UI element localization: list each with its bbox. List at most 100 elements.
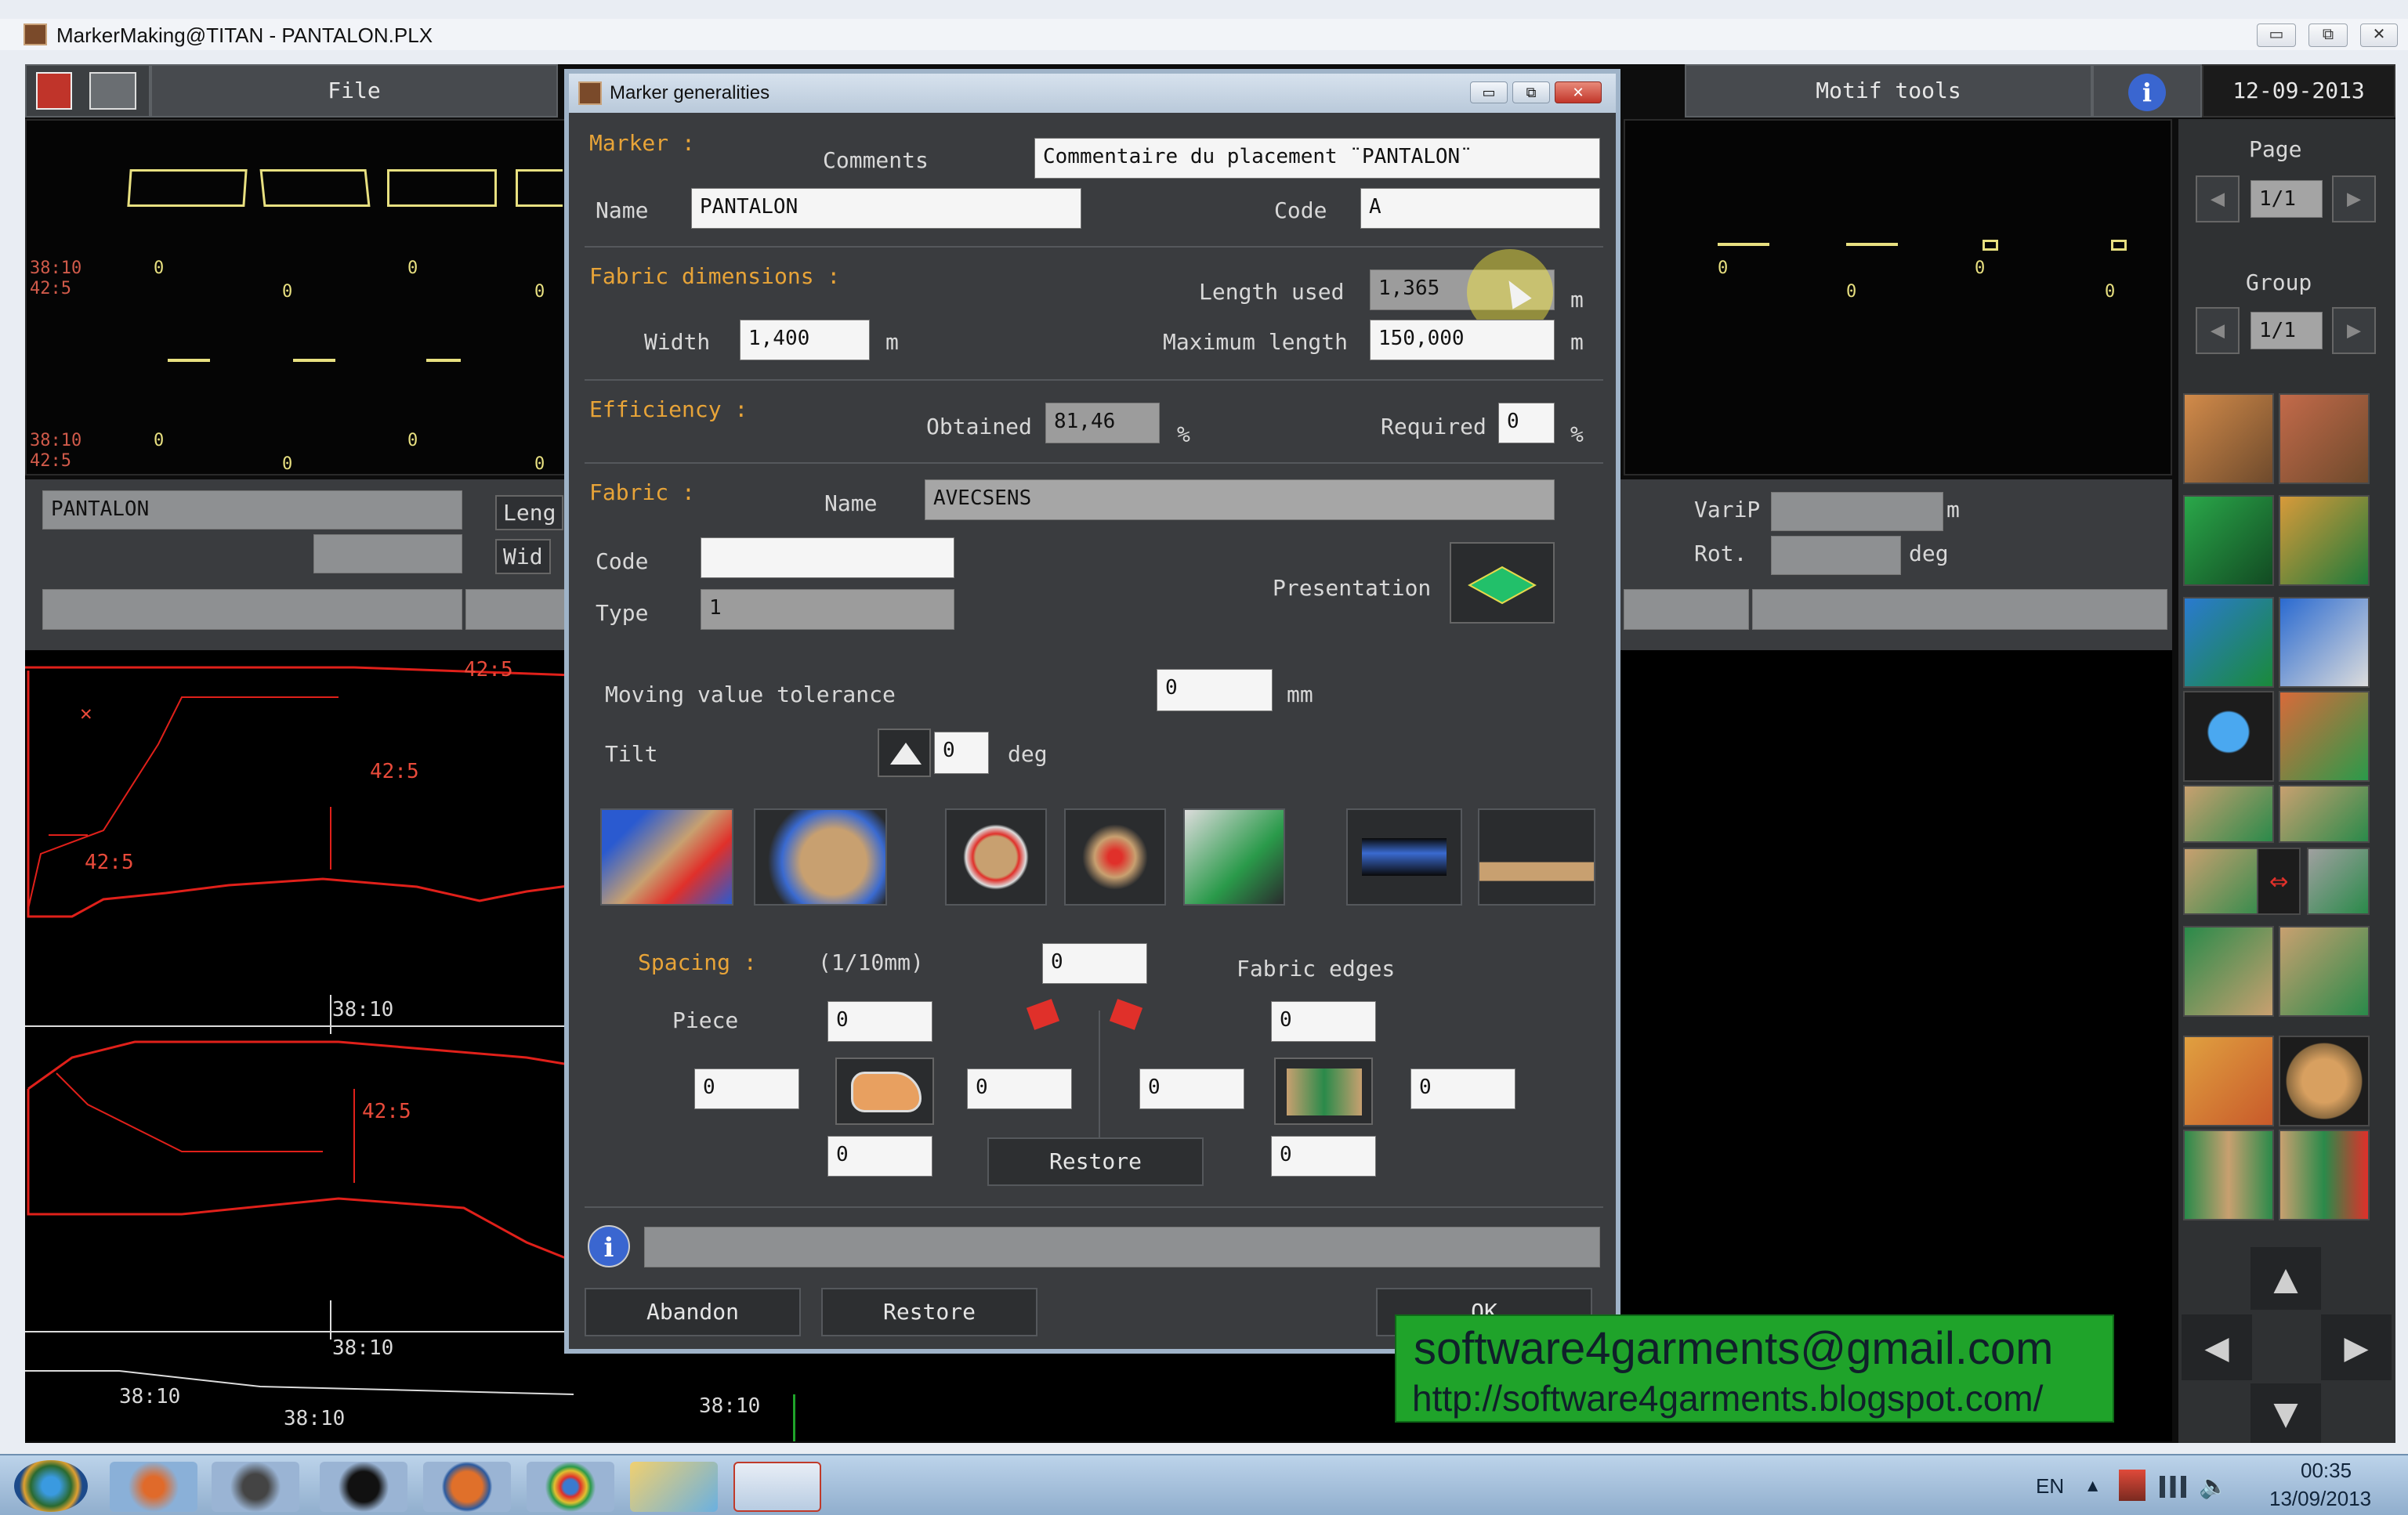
tool-icon[interactable] [2183, 785, 2274, 843]
abandon-button[interactable]: Abandon [585, 1288, 801, 1336]
fabric-layout-icon[interactable] [600, 808, 733, 906]
rotate-piece-icon[interactable] [754, 808, 887, 906]
explorer-icon[interactable] [630, 1462, 718, 1512]
chrome-icon[interactable] [527, 1462, 614, 1512]
sewing-icon[interactable] [89, 72, 136, 110]
max-length-input[interactable]: 150,000 [1370, 320, 1555, 360]
size-tag: 42:5 [85, 851, 134, 874]
edges-top-input[interactable]: 0 [1271, 1001, 1376, 1042]
presentation-icon [1468, 566, 1537, 605]
restore-button[interactable]: Restore [821, 1288, 1037, 1336]
edges-left-input[interactable]: 0 [1139, 1068, 1244, 1109]
restore-spacing-button[interactable]: Restore [987, 1137, 1204, 1186]
close-button[interactable]: ✕ [2360, 24, 2398, 47]
marker-preview-right[interactable]: 0 0 0 0 [1624, 119, 2172, 475]
language-indicator[interactable]: EN [2036, 1474, 2064, 1499]
no-rotate-icon[interactable] [945, 808, 1047, 906]
piece-top-input[interactable]: 0 [827, 1001, 932, 1042]
fabric-roll-icon[interactable] [1346, 808, 1462, 906]
arrow-up-button[interactable]: ▲ [2250, 1247, 2321, 1310]
blank-field [313, 534, 462, 573]
copy-left-icon[interactable] [1026, 999, 1060, 1030]
presentation-button[interactable] [1450, 542, 1555, 624]
tool-icon[interactable] [2307, 848, 2370, 915]
minimize-button[interactable]: ▭ [2257, 24, 2296, 47]
copy-right-icon[interactable] [1109, 999, 1143, 1030]
marker-section-label: Marker : [589, 130, 695, 156]
menu-file[interactable]: File [150, 64, 558, 118]
no-flip-icon[interactable] [1064, 808, 1166, 906]
clock-time[interactable]: 00:35 [2301, 1459, 2352, 1483]
width-input[interactable]: 1,400 [740, 320, 870, 360]
dialog-close-button[interactable]: ✕ [1555, 81, 1602, 103]
edges-bottom-input[interactable]: 0 [1271, 1136, 1376, 1177]
tool-icon[interactable] [2183, 1036, 2274, 1126]
code-input[interactable]: A [1360, 188, 1600, 229]
rot-field[interactable] [1771, 536, 1901, 575]
markermaking-taskbar-icon[interactable] [733, 1462, 821, 1512]
group-next-button[interactable]: ▶ [2332, 307, 2376, 354]
tool-icon[interactable] [2279, 691, 2370, 782]
firefox-icon[interactable] [423, 1462, 511, 1512]
info-button[interactable]: i [2092, 64, 2202, 118]
marker-preview-left[interactable]: 38:10 42:5 38:10 42:5 0 0 0 0 0 0 0 0 [25, 119, 574, 475]
piece-bottom-input[interactable]: 0 [827, 1136, 932, 1177]
tool-icon[interactable] [2279, 785, 2370, 843]
group-field[interactable]: 1/1 [2250, 312, 2323, 349]
arrow-right-button[interactable]: ▶ [2321, 1314, 2392, 1380]
tilt-icon[interactable] [878, 729, 931, 777]
zero-label: 0 [2105, 282, 2116, 302]
start-button[interactable] [14, 1460, 88, 1512]
tray-expand-icon[interactable]: ▲ [2088, 1476, 2098, 1495]
swap-icon[interactable]: ⇔ [2257, 848, 2301, 915]
dash-mark [168, 359, 210, 362]
tool-icon[interactable] [2279, 1130, 2370, 1220]
flip-piece-icon[interactable] [1183, 808, 1285, 906]
gear-icon[interactable] [2279, 1036, 2370, 1126]
restore-button[interactable]: ⧉ [2308, 24, 2348, 47]
arrow-down-button[interactable]: ▼ [2250, 1383, 2321, 1443]
tool-icon[interactable] [2183, 393, 2274, 484]
page-field[interactable]: 1/1 [2250, 180, 2323, 218]
network-icon[interactable] [2160, 1476, 2186, 1498]
comments-label: Comments [823, 147, 929, 173]
media-player-icon[interactable] [320, 1462, 407, 1512]
page-next-button[interactable]: ▶ [2332, 175, 2376, 222]
fold-icon[interactable] [1478, 808, 1595, 906]
menu-motif-tools[interactable]: Motif tools [1685, 64, 2092, 118]
moving-tolerance-input[interactable]: 0 [1157, 669, 1273, 711]
dialog-minimize-button[interactable]: ▭ [1470, 81, 1508, 103]
taskbar-app-icon[interactable] [212, 1462, 299, 1512]
piece-left-input[interactable]: 0 [694, 1068, 799, 1109]
spacing-input[interactable]: 0 [1042, 943, 1147, 984]
piece-right-input[interactable]: 0 [967, 1068, 1072, 1109]
fabric-code-input[interactable] [701, 537, 954, 578]
varip-field[interactable] [1771, 492, 1943, 531]
comments-input[interactable]: Commentaire du placement ¨PANTALON¨ [1034, 138, 1600, 179]
tool-icon[interactable] [2183, 597, 2274, 688]
dialog-restore-button[interactable]: ⧉ [1512, 81, 1550, 103]
tilt-input[interactable]: 0 [934, 732, 989, 774]
size-tag: 38:10 [284, 1407, 346, 1430]
tray-app-icon[interactable] [2119, 1470, 2145, 1501]
tool-icon[interactable] [2183, 495, 2274, 586]
name-input[interactable]: PANTALON [691, 188, 1081, 229]
volume-icon[interactable]: 🔈 [2199, 1473, 2228, 1500]
tool-icon[interactable] [2279, 597, 2370, 688]
arrow-left-button[interactable]: ◀ [2182, 1314, 2252, 1380]
required-input[interactable]: 0 [1498, 403, 1555, 443]
separator [585, 246, 1603, 248]
length-used-label: Length used [1199, 279, 1345, 305]
tool-icon[interactable] [2279, 495, 2370, 586]
tool-icon[interactable] [2183, 926, 2274, 1017]
page-prev-button[interactable]: ◀ [2196, 175, 2240, 222]
zoom-icon[interactable] [2183, 691, 2274, 782]
taskbar-app-icon[interactable] [110, 1462, 197, 1512]
edges-right-input[interactable]: 0 [1410, 1068, 1515, 1109]
tool-icon[interactable] [2279, 393, 2370, 484]
tool-icon[interactable] [2279, 926, 2370, 1017]
clock-date[interactable]: 13/09/2013 [2269, 1487, 2371, 1511]
tool-icon[interactable] [2183, 1130, 2274, 1220]
red-tool-icon[interactable] [36, 72, 72, 110]
group-prev-button[interactable]: ◀ [2196, 307, 2240, 354]
